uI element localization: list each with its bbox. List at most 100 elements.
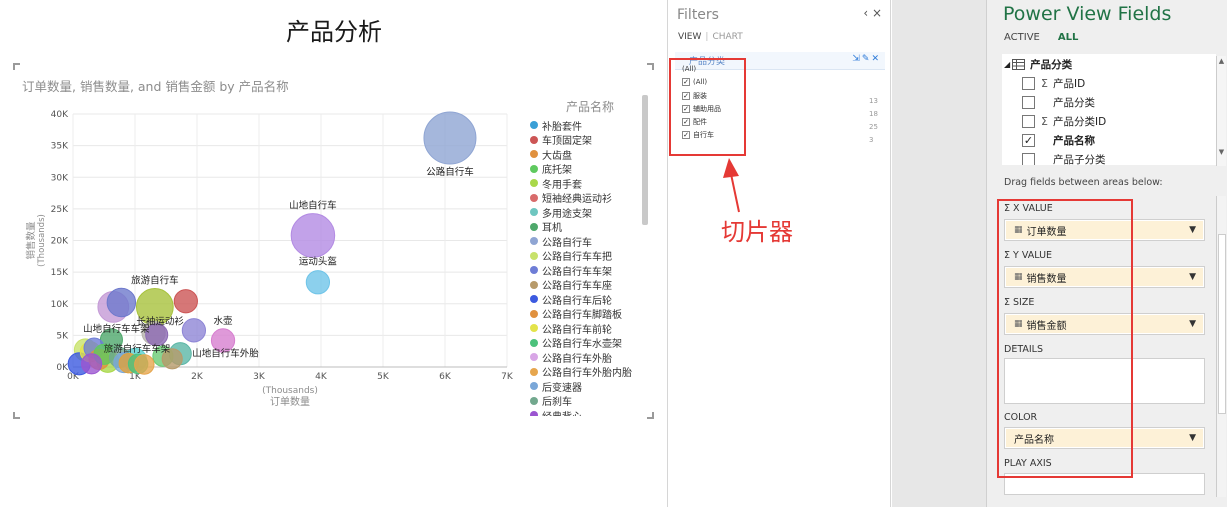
y-tick-label: 35K [51,142,69,152]
x-axis-unit: (Thousands) [262,386,318,396]
field-list: ◢ 产品分类 Σ 产品ID 产品分类 Σ 产品分类ID ✓ 产品名称 产品子分类 [1002,54,1216,165]
fields-title: Power View Fields [1003,3,1172,25]
legend-entry[interactable]: 公路自行车外胎内胎 [530,365,650,380]
bubble-data-label: 运动头盔 [299,256,337,268]
legend-scrollbar[interactable] [642,95,648,225]
legend-label: 多用途支架 [542,208,592,220]
chevron-down-icon[interactable]: ▼ [1189,319,1196,329]
y-tick-label: 40K [51,110,69,120]
filters-pane: Filters ‹ × VIEW | CHART 产品分类 ⇲✎✕ (All) ✓ (A… [669,0,891,507]
legend-label: 公路自行车脚踏板 [542,310,622,322]
expand-icon[interactable]: ◢ [1004,60,1010,69]
bubble-point[interactable] [106,287,137,318]
legend-label: 大齿盘 [542,150,572,162]
legend-label: 公路自行车车座 [542,281,612,293]
legend-entry[interactable]: 公路自行车车把 [530,249,650,264]
field-item[interactable]: 产品分类 [1022,93,1095,111]
bubble-point[interactable] [181,318,207,343]
legend-entry[interactable]: 公路自行车 [530,234,650,249]
chevron-down-icon[interactable]: ▼ [1189,272,1196,282]
field-checkbox[interactable] [1022,114,1035,128]
table-node[interactable]: ◢ 产品分类 [1004,55,1072,73]
legend-entry[interactable]: 后变速器 [530,379,650,394]
legend-entry[interactable]: 公路自行车脚踏板 [530,307,650,322]
field-label: 产品名称 [1053,134,1095,147]
field-item[interactable]: Σ 产品ID [1022,74,1085,92]
legend-entry[interactable]: 公路自行车车架 [530,263,650,278]
field-list-scrollbar[interactable]: ▲ ▼ [1216,56,1226,166]
tab-view[interactable]: VIEW [678,32,701,42]
chevron-down-icon[interactable]: ▼ [1189,225,1196,235]
chevron-down-icon[interactable]: ▼ [1189,433,1196,443]
x-tick-label: 7K [501,372,514,382]
filter-field-icons[interactable]: ⇲✎✕ [852,54,881,64]
legend-swatch [530,266,538,275]
page-title: 产品分析 [286,18,382,46]
pane-gap [892,0,986,507]
sigma-icon: Σ [1041,76,1048,90]
legend-swatch [530,193,538,202]
scrollbar-thumb[interactable] [1218,234,1226,414]
y-tick-label: 5K [56,331,69,341]
legend-entry[interactable]: 短袖经典运动衫 [530,191,650,205]
filters-collapse-close[interactable]: ‹ × [863,6,882,20]
legend-entry[interactable]: 公路自行车外胎 [530,350,650,365]
field-item[interactable]: Σ 产品分类ID [1022,112,1106,130]
legend-entry[interactable]: 公路自行车后轮 [530,292,650,307]
legend-entry[interactable]: 公路自行车车座 [530,278,650,293]
bubble-point[interactable] [173,289,198,314]
legend-label: 公路自行车车把 [542,252,612,264]
legend-entry[interactable]: 冬用手套 [530,176,650,191]
x-tick-label: 4K [315,372,328,382]
y-tick-label: 25K [51,205,69,215]
bubble-point[interactable] [305,270,331,295]
x-tick-label: 2K [191,372,204,382]
legend-label: 后变速器 [542,382,582,394]
tab-separator: | [705,32,709,42]
legend-swatch [530,251,538,260]
fields-highlight-box [997,199,1133,478]
legend-entry[interactable]: 耳机 [530,220,650,234]
filters-title: Filters [677,7,719,23]
legend-entry[interactable]: 补胎套件 [530,118,650,133]
tab-chart[interactable]: CHART [712,32,742,42]
y-tick-label: 30K [51,173,69,183]
field-checkbox[interactable] [1022,95,1035,109]
legend-swatch [530,295,538,304]
legend-entry[interactable]: 底托架 [530,162,650,177]
legend-label: 公路自行车外胎内胎 [542,368,632,380]
legend-swatch [530,179,538,188]
legend-label: 底托架 [542,165,572,177]
bubble-point[interactable] [423,111,477,165]
tab-all[interactable]: ALL [1058,32,1078,43]
bubble-point[interactable] [134,354,155,375]
tab-active[interactable]: ACTIVE [1004,32,1040,43]
bubble-point[interactable] [81,353,103,375]
legend-label: 补胎套件 [542,121,582,133]
scatter-chart[interactable]: 0K5K10K15K20K25K30K35K40K0K 1K 2K 3K 4K 5K 6K 7… [0,95,530,415]
y-axis-unit: (Thousands) [37,214,47,267]
field-checkbox[interactable]: ✓ [1022,133,1035,147]
bubble-point[interactable] [290,213,336,258]
legend-entry[interactable]: 经典背心 [530,408,650,416]
field-item[interactable]: ✓ 产品名称 [1022,131,1095,149]
legend-entry[interactable]: 后刹车 [530,394,650,409]
legend-entry[interactable]: 多用途支架 [530,205,650,220]
areas-scrollbar[interactable] [1216,196,1226,497]
field-item[interactable]: 产品子分类 [1022,150,1106,165]
legend-swatch [530,367,538,376]
legend-entry[interactable]: 大齿盘 [530,147,650,162]
field-checkbox[interactable] [1022,76,1035,90]
visual-corner-tl [13,63,20,70]
bubble-data-label: 山地自行车 [289,200,337,212]
legend-swatch [530,353,538,362]
table-name: 产品分类 [1030,58,1073,71]
legend-entry[interactable]: 公路自行车水壶架 [530,336,650,350]
legend-label: 公路自行车后轮 [542,295,612,307]
field-checkbox[interactable] [1022,152,1035,165]
legend-label: 后刹车 [542,397,572,409]
legend-swatch [530,309,538,318]
legend-entry[interactable]: 公路自行车前轮 [530,321,650,336]
chart-legend: 产品名称 补胎套件 车顶固定架 大齿盘 底托架 冬用手套 短袖经典运动衫 多用途支架 耳机 公路… [530,98,650,416]
legend-entry[interactable]: 车顶固定架 [530,133,650,147]
